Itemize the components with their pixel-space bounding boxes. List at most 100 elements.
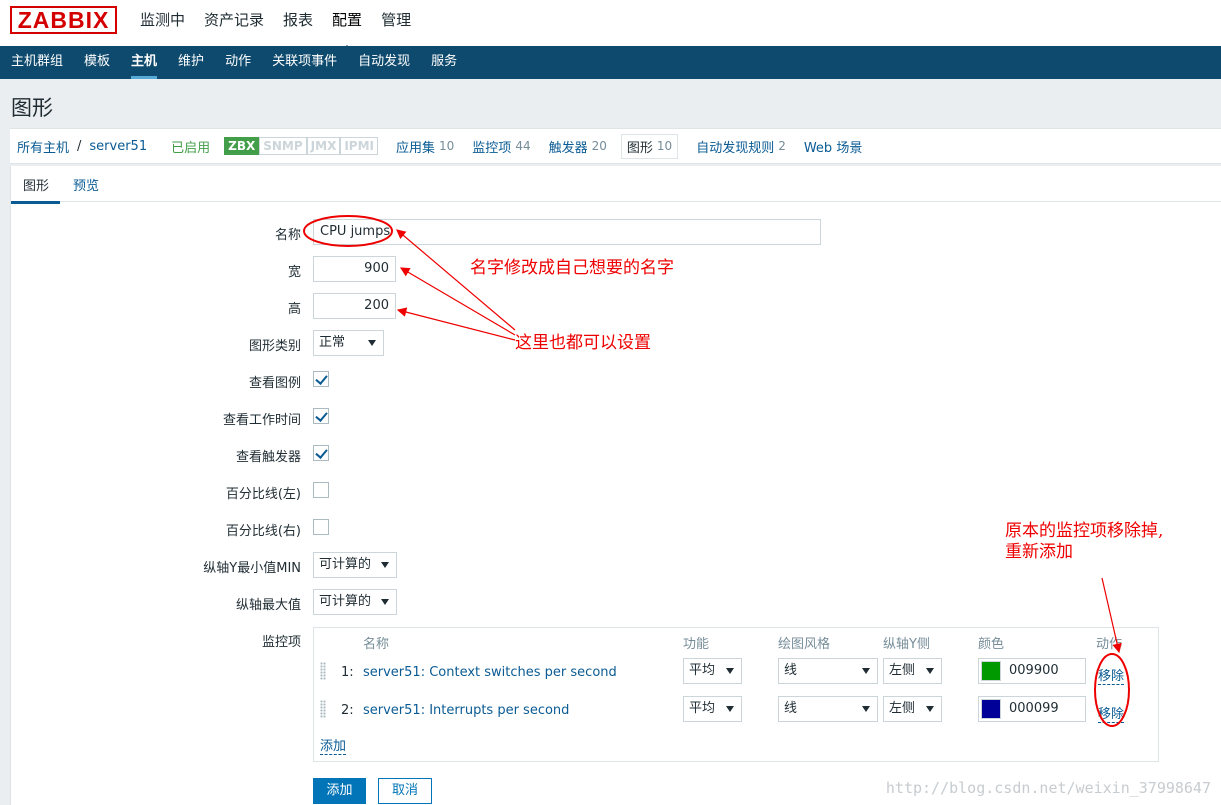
height-input[interactable]: 200 — [313, 293, 396, 319]
function-value: 平均 — [689, 663, 716, 678]
breadcrumb-graphs[interactable]: 图形 10 — [620, 133, 679, 159]
breadcrumb-applications-count: 10 — [439, 139, 455, 153]
breadcrumb-web-label[interactable]: Web 场景 — [804, 137, 862, 156]
breadcrumb-separator: / — [77, 138, 82, 154]
percentile-left-label: 百分比线(左) — [225, 487, 301, 502]
percentile-right-label: 百分比线(右) — [225, 524, 301, 539]
function-select[interactable]: 平均 — [683, 658, 742, 684]
tab-preview[interactable]: 预览 — [73, 175, 99, 194]
main-menu-configuration[interactable]: 配置 — [332, 0, 362, 52]
column-action: 动作 — [1096, 637, 1123, 652]
chevron-down-icon — [381, 599, 389, 605]
breadcrumb-graphs-count: 10 — [656, 139, 673, 153]
breadcrumb-discovery-rules[interactable]: 自动发现规则 2 — [696, 137, 786, 156]
width-input[interactable]: 900 — [313, 256, 396, 282]
ymin-value: 可计算的 — [319, 557, 372, 572]
annotation-size-note: 这里也都可以设置 — [515, 333, 651, 353]
height-label: 高 — [287, 302, 301, 317]
column-colour: 颜色 — [978, 637, 1005, 652]
sub-menu-maintenance[interactable]: 维护 — [178, 46, 204, 79]
badge-zbx: ZBX — [224, 137, 260, 155]
availability-badges: ZBX SNMP JMX IPMI — [224, 137, 378, 155]
breadcrumb-items[interactable]: 监控项 44 — [472, 137, 530, 156]
main-menu-monitoring[interactable]: 监测中 — [140, 0, 185, 46]
sub-menu-hosts[interactable]: 主机 — [131, 46, 158, 79]
function-value: 平均 — [689, 701, 716, 716]
remove-link[interactable]: 移除 — [1098, 665, 1125, 685]
show-triggers-label: 查看触发器 — [235, 450, 301, 465]
cancel-button[interactable]: 取消 — [378, 778, 432, 804]
colour-swatch[interactable] — [981, 661, 1001, 681]
function-select[interactable]: 平均 — [683, 696, 742, 722]
draw-style-select[interactable]: 线 — [778, 696, 878, 722]
tab-graph[interactable]: 图形 — [10, 175, 61, 204]
add-item-link[interactable]: 添加 — [320, 735, 347, 755]
form-tabs: 图形 预览 — [10, 166, 1221, 204]
remove-link[interactable]: 移除 — [1098, 703, 1125, 723]
draw-style-value: 线 — [784, 663, 798, 678]
breadcrumb-triggers-label[interactable]: 触发器 — [549, 137, 588, 156]
percentile-left-checkbox[interactable] — [313, 482, 329, 498]
annotation-name-note: 名字修改成自己想要的名字 — [470, 258, 674, 278]
chevron-down-icon — [926, 706, 934, 712]
breadcrumb-graphs-label[interactable]: 图形 — [627, 137, 653, 156]
chevron-down-icon — [381, 562, 389, 568]
ymin-label: 纵轴Y最小值MIN — [203, 561, 301, 576]
graph-type-value: 正常 — [319, 335, 346, 350]
ymax-value: 可计算的 — [319, 594, 372, 609]
ymin-select[interactable]: 可计算的 — [313, 552, 397, 578]
breadcrumb-discovery-label[interactable]: 自动发现规则 — [696, 137, 774, 156]
sub-menu-actions[interactable]: 动作 — [225, 46, 251, 79]
item-name-link[interactable]: server51: Interrupts per second — [363, 703, 569, 718]
breadcrumb-applications[interactable]: 应用集 10 — [396, 137, 454, 156]
width-label: 宽 — [287, 265, 301, 280]
show-triggers-checkbox[interactable] — [313, 445, 329, 461]
page-title: 图形 — [11, 96, 53, 120]
breadcrumb-applications-label[interactable]: 应用集 — [396, 137, 435, 156]
show-worktime-checkbox[interactable] — [313, 408, 329, 424]
breadcrumb-all-hosts[interactable]: 所有主机 — [17, 137, 69, 156]
percentile-right-checkbox[interactable] — [313, 519, 329, 535]
badge-snmp: SNMP — [259, 137, 307, 155]
ymax-select[interactable]: 可计算的 — [313, 589, 397, 615]
drag-handle-icon[interactable] — [320, 700, 326, 718]
chevron-down-icon — [726, 706, 734, 712]
breadcrumb-web-scenarios[interactable]: Web 场景 — [804, 137, 862, 156]
item-name-link[interactable]: server51: Context switches per second — [363, 665, 617, 680]
main-menu: 监测中 资产记录 报表 配置 管理 — [140, 0, 430, 52]
name-input[interactable]: CPU jumps — [313, 219, 821, 245]
draw-style-select[interactable]: 线 — [778, 658, 878, 684]
graph-type-select[interactable]: 正常 — [313, 330, 384, 356]
annotation-remove-note-2: 重新添加 — [1005, 542, 1073, 562]
chevron-down-icon — [862, 668, 870, 674]
column-name: 名称 — [363, 637, 390, 652]
show-legend-label: 查看图例 — [248, 376, 301, 391]
main-menu-administration[interactable]: 管理 — [381, 0, 411, 46]
sub-menu-correlation[interactable]: 关联项事件 — [272, 46, 337, 79]
badge-jmx: JMX — [306, 137, 341, 155]
add-button[interactable]: 添加 — [313, 778, 366, 804]
show-legend-checkbox[interactable] — [313, 371, 329, 387]
y-axis-side-select[interactable]: 左侧 — [883, 696, 942, 722]
sub-menu-templates[interactable]: 模板 — [84, 46, 110, 79]
zabbix-logo[interactable]: ZABBIX — [10, 6, 117, 34]
breadcrumb-items-label[interactable]: 监控项 — [472, 137, 511, 156]
sub-menu-host-groups[interactable]: 主机群组 — [11, 46, 63, 79]
sub-menu-discovery[interactable]: 自动发现 — [358, 46, 410, 79]
chevron-down-icon — [926, 668, 934, 674]
sub-menu-services[interactable]: 服务 — [431, 46, 457, 79]
breadcrumb-host[interactable]: server51 — [89, 139, 147, 154]
main-menu-inventory[interactable]: 资产记录 — [204, 0, 264, 46]
host-status-enabled[interactable]: 已启用 — [171, 137, 210, 156]
colour-swatch[interactable] — [981, 699, 1001, 719]
breadcrumb-discovery-count: 2 — [778, 139, 786, 153]
y-axis-side-value: 左侧 — [889, 701, 916, 716]
main-menu-reports[interactable]: 报表 — [283, 0, 313, 46]
y-axis-side-value: 左侧 — [889, 663, 916, 678]
row-number: 2: — [341, 703, 354, 718]
breadcrumb-triggers[interactable]: 触发器 20 — [549, 137, 607, 156]
drag-handle-icon[interactable] — [320, 662, 326, 680]
ymax-label: 纵轴最大值 — [235, 598, 301, 613]
column-y-axis-side: 纵轴Y侧 — [883, 637, 930, 652]
y-axis-side-select[interactable]: 左侧 — [883, 658, 942, 684]
